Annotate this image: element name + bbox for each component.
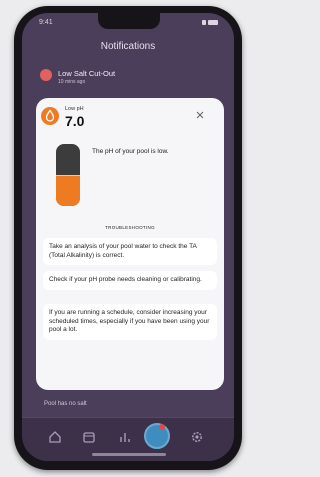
ph-alert-modal: Low pH 7.0 The pH of your pool is low. T… <box>36 98 224 390</box>
section-title: TROUBLESHOOTING <box>105 225 155 230</box>
alert-icon <box>40 69 52 81</box>
tip-text: If you are running a schedule, consider … <box>49 309 210 333</box>
tip-text: Take an analysis of your pool water to c… <box>49 243 197 259</box>
tip-card: Take an analysis of your pool water to c… <box>43 238 217 265</box>
reading-label: Low pH <box>65 106 84 112</box>
stats-icon[interactable] <box>118 430 132 444</box>
water-drop-icon <box>41 107 59 125</box>
reading-value: 7.0 <box>65 113 85 129</box>
gauge-divider <box>56 175 80 176</box>
close-icon[interactable] <box>194 109 206 121</box>
notch <box>98 13 160 29</box>
pool-icon[interactable] <box>144 423 170 449</box>
home-indicator <box>92 453 166 456</box>
calendar-icon[interactable] <box>82 430 96 444</box>
tip-text: Check if your pH probe needs cleaning or… <box>49 276 202 283</box>
app-screen: 9:41 Notifications Low Salt Cut-Out 10 m… <box>22 13 234 461</box>
settings-icon[interactable] <box>190 430 204 444</box>
home-icon[interactable] <box>48 430 62 444</box>
signal-battery-icon <box>202 20 218 25</box>
notification-badge <box>159 424 165 430</box>
status-time: 9:41 <box>39 19 53 26</box>
notification-title: Low Salt Cut-Out <box>58 69 116 78</box>
tip-card: If you are running a schedule, consider … <box>43 304 217 340</box>
notification-peek: Pool has no salt <box>44 401 87 407</box>
ph-description: The pH of your pool is low. <box>92 148 169 155</box>
page-title: Notifications <box>100 41 156 52</box>
tip-card: Check if your pH probe needs cleaning or… <box>43 271 217 290</box>
notification-time: 10 mins ago <box>58 79 86 85</box>
ph-gauge <box>56 144 80 206</box>
ph-gauge-fill <box>56 175 80 206</box>
